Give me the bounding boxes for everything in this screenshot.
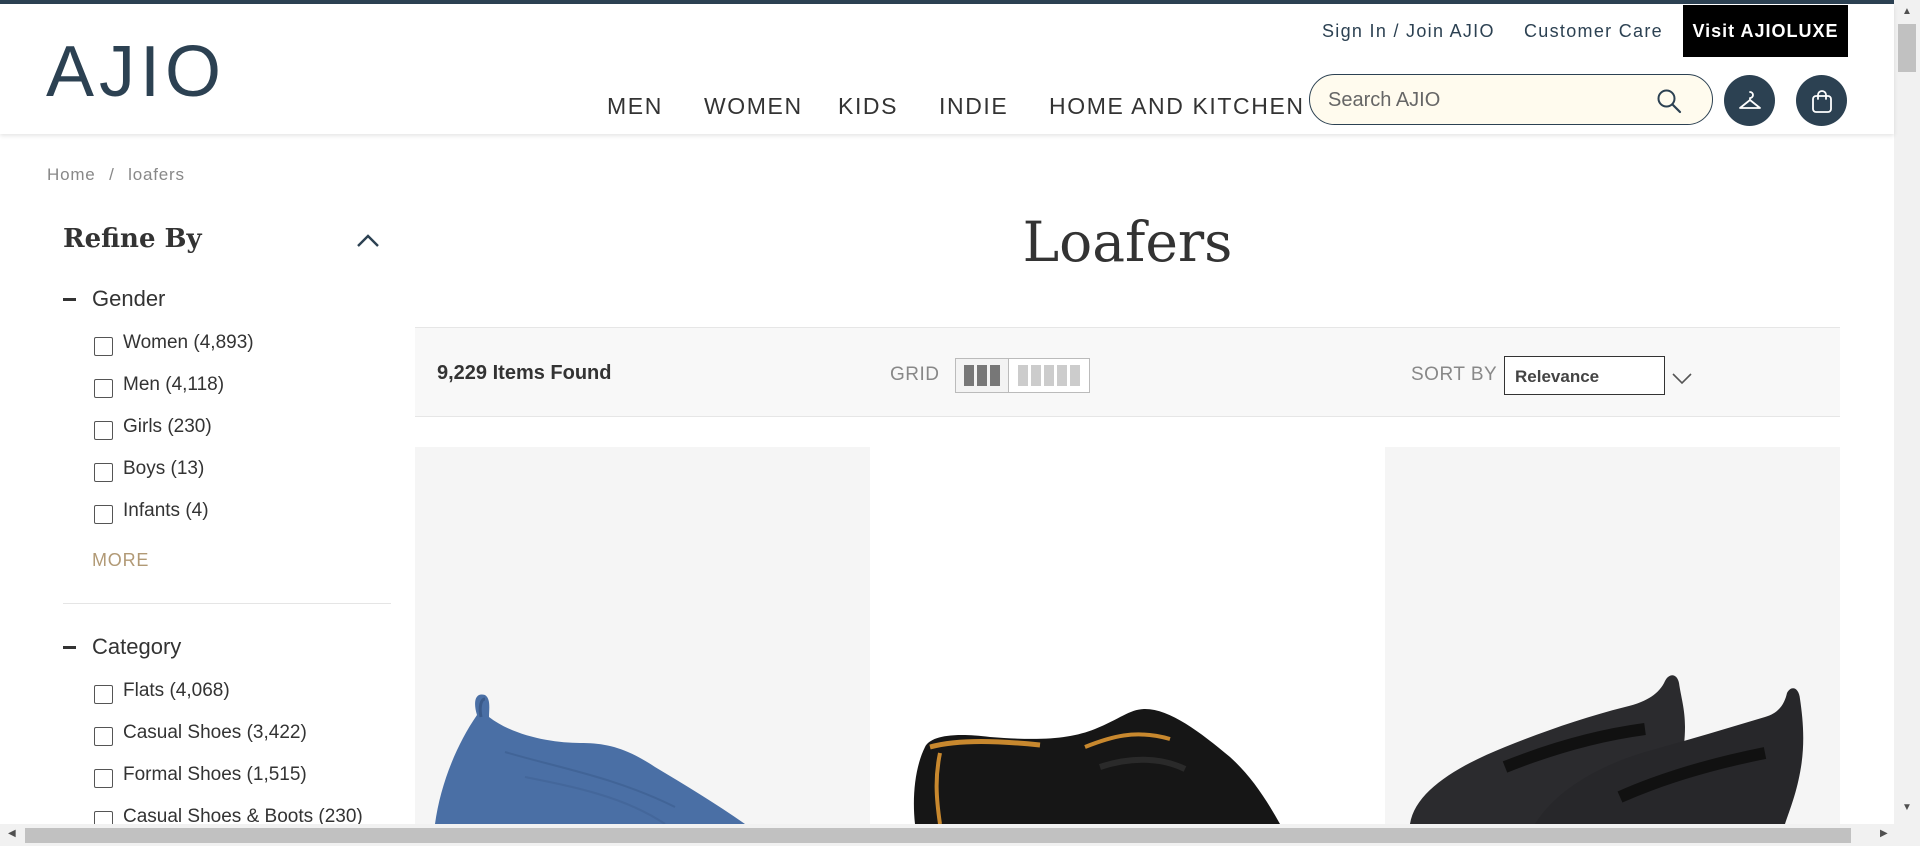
- gender-facet-label: Gender: [92, 286, 166, 311]
- page: AJIO Sign In / Join AJIO Customer Care V…: [0, 0, 1920, 846]
- category-option-formal-shoes[interactable]: Formal Shoes (1,515): [94, 762, 307, 788]
- account-button[interactable]: [1724, 75, 1775, 126]
- blue-knit-shoe-image: [435, 694, 745, 824]
- checkbox[interactable]: [94, 504, 113, 524]
- product-card[interactable]: [415, 447, 870, 824]
- gender-option-infants[interactable]: Infants (4): [94, 498, 209, 524]
- option-label: Flats (4,068): [123, 680, 230, 701]
- scroll-right-arrow-icon[interactable]: ▶: [1880, 828, 1888, 839]
- sort-selected-value: Relevance: [1515, 367, 1600, 386]
- chevron-up-icon[interactable]: [355, 230, 381, 250]
- grid-5-columns-button[interactable]: [1009, 359, 1089, 392]
- black-slip-on-image: [1410, 675, 1804, 824]
- scroll-down-arrow-icon[interactable]: ▼: [1902, 802, 1912, 813]
- category-facet-label: Category: [92, 634, 182, 659]
- items-found-count: 9,229 Items Found: [437, 362, 612, 384]
- option-label: Formal Shoes (1,515): [123, 764, 307, 785]
- horizontal-scrollbar-thumb[interactable]: [25, 828, 1851, 843]
- gender-option-men[interactable]: Men (4,118): [94, 372, 224, 398]
- breadcrumb-current: loafers: [128, 165, 185, 184]
- gender-more-link[interactable]: MORE: [92, 550, 149, 571]
- breadcrumb-separator: /: [109, 165, 115, 184]
- customer-care-link[interactable]: Customer Care: [1524, 20, 1663, 42]
- sort-select[interactable]: Relevance: [1504, 356, 1692, 395]
- option-label: Women (4,893): [123, 332, 254, 353]
- minus-icon: [63, 297, 76, 301]
- listing-toolbar: 9,229 Items Found GRID SORT BY Relevance: [415, 327, 1840, 417]
- option-label: Men (4,118): [123, 374, 225, 395]
- option-label: Girls (230): [123, 416, 212, 437]
- option-label: Boys (13): [123, 458, 205, 479]
- refine-by-heading: Refine By: [63, 224, 202, 254]
- signin-link[interactable]: Sign In / Join AJIO: [1322, 20, 1495, 42]
- minus-icon: [63, 645, 76, 649]
- grid-label: GRID: [890, 364, 940, 385]
- gender-option-girls[interactable]: Girls (230): [94, 414, 212, 440]
- checkbox[interactable]: [94, 336, 113, 356]
- listing-title: Loafers: [1022, 210, 1233, 274]
- hanger-icon: [1738, 90, 1761, 109]
- black-loafer-image: [913, 709, 1280, 824]
- scroll-up-arrow-icon[interactable]: ▲: [1902, 6, 1912, 17]
- nav-item-men[interactable]: MEN: [607, 92, 663, 120]
- search-icon[interactable]: [1656, 88, 1682, 114]
- vertical-scrollbar-thumb[interactable]: [1898, 24, 1916, 72]
- nav-item-indie[interactable]: INDIE: [939, 92, 1008, 120]
- cart-button[interactable]: [1796, 75, 1847, 126]
- scroll-left-arrow-icon[interactable]: ◀: [8, 828, 16, 839]
- nav-item-home-and-kitchen[interactable]: HOME AND KITCHEN: [1049, 92, 1305, 120]
- chevron-down-icon: [1672, 373, 1692, 385]
- search-input[interactable]: [1328, 85, 1648, 115]
- ajio-logo[interactable]: AJIO: [46, 36, 226, 108]
- search-box: [1309, 74, 1713, 125]
- breadcrumb-home-link[interactable]: Home: [47, 165, 96, 184]
- grid-3-columns-button[interactable]: [956, 359, 1009, 392]
- breadcrumb: Home / loafers: [47, 165, 193, 185]
- sort-by-label: SORT BY: [1411, 364, 1498, 385]
- option-label: Casual Shoes (3,422): [123, 722, 307, 743]
- category-facet-toggle[interactable]: Category: [63, 634, 181, 660]
- nav-item-women[interactable]: WOMEN: [704, 92, 803, 120]
- checkbox[interactable]: [94, 768, 113, 788]
- gender-facet-toggle[interactable]: Gender: [63, 286, 165, 312]
- gender-option-boys[interactable]: Boys (13): [94, 456, 204, 482]
- shopping-bag-icon: [1811, 89, 1832, 113]
- gender-option-women[interactable]: Women (4,893): [94, 330, 254, 356]
- checkbox[interactable]: [94, 726, 113, 746]
- category-option-casual-shoes[interactable]: Casual Shoes (3,422): [94, 720, 307, 746]
- option-label: Infants (4): [123, 500, 209, 521]
- product-card[interactable]: [1385, 447, 1840, 824]
- horizontal-scrollbar[interactable]: ◀ ▶: [0, 824, 1920, 846]
- site-header: AJIO Sign In / Join AJIO Customer Care V…: [0, 4, 1894, 134]
- nav-item-kids[interactable]: KIDS: [838, 92, 898, 120]
- vertical-scrollbar[interactable]: ▲ ▼: [1894, 0, 1920, 824]
- facet-divider: [63, 603, 391, 604]
- checkbox[interactable]: [94, 420, 113, 440]
- grid-toggle: [955, 358, 1090, 393]
- product-card[interactable]: [870, 447, 1325, 824]
- category-option-flats[interactable]: Flats (4,068): [94, 678, 230, 704]
- checkbox[interactable]: [94, 684, 113, 704]
- checkbox[interactable]: [94, 378, 113, 398]
- visit-ajioluxe-button[interactable]: Visit AJIOLUXE: [1683, 5, 1848, 57]
- checkbox[interactable]: [94, 462, 113, 482]
